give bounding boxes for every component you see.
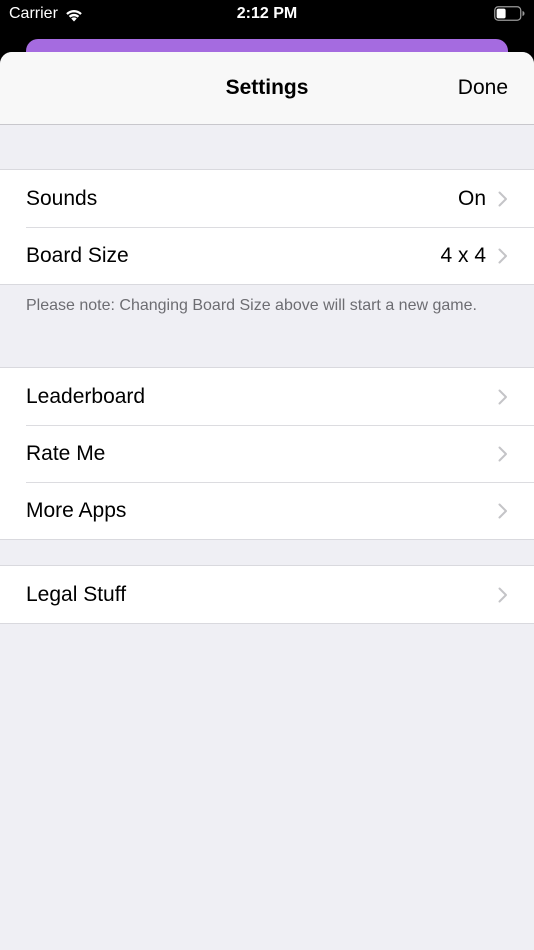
settings-sheet: Settings Done Sounds On Board Size 4 x 4… <box>0 52 534 950</box>
legal-stuff-row[interactable]: Legal Stuff <box>0 566 534 623</box>
navigation-bar: Settings Done <box>0 52 534 125</box>
status-bar: Carrier 2:12 PM <box>0 0 534 30</box>
sounds-label: Sounds <box>26 186 98 210</box>
chevron-right-icon <box>498 503 507 518</box>
chevron-right-icon <box>498 446 507 461</box>
board-size-label: Board Size <box>26 243 129 267</box>
status-time: 2:12 PM <box>236 5 298 22</box>
chevron-right-icon <box>498 248 507 263</box>
rate-me-label: Rate Me <box>26 441 106 465</box>
chevron-right-icon <box>498 389 507 404</box>
board-size-footnote: Please note: Changing Board Size above w… <box>26 297 477 314</box>
leaderboard-label: Leaderboard <box>26 384 146 408</box>
social-group: Leaderboard Rate Me More Apps <box>0 367 534 540</box>
more-apps-label: More Apps <box>26 498 127 522</box>
rate-me-row[interactable]: Rate Me <box>0 425 534 482</box>
battery-icon <box>494 6 525 21</box>
sounds-row[interactable]: Sounds On <box>0 170 534 227</box>
leaderboard-row[interactable]: Leaderboard <box>0 368 534 425</box>
board-size-value: 4 x 4 <box>440 243 486 267</box>
legal-stuff-label: Legal Stuff <box>26 582 127 606</box>
page-title: Settings <box>225 76 309 99</box>
sounds-value: On <box>457 186 486 210</box>
legal-group: Legal Stuff <box>0 565 534 624</box>
more-apps-row[interactable]: More Apps <box>0 482 534 539</box>
done-button[interactable]: Done <box>458 76 508 100</box>
general-settings-group: Sounds On Board Size 4 x 4 <box>0 169 534 285</box>
chevron-right-icon <box>498 587 507 602</box>
chevron-right-icon <box>498 191 507 206</box>
board-size-row[interactable]: Board Size 4 x 4 <box>0 227 534 284</box>
